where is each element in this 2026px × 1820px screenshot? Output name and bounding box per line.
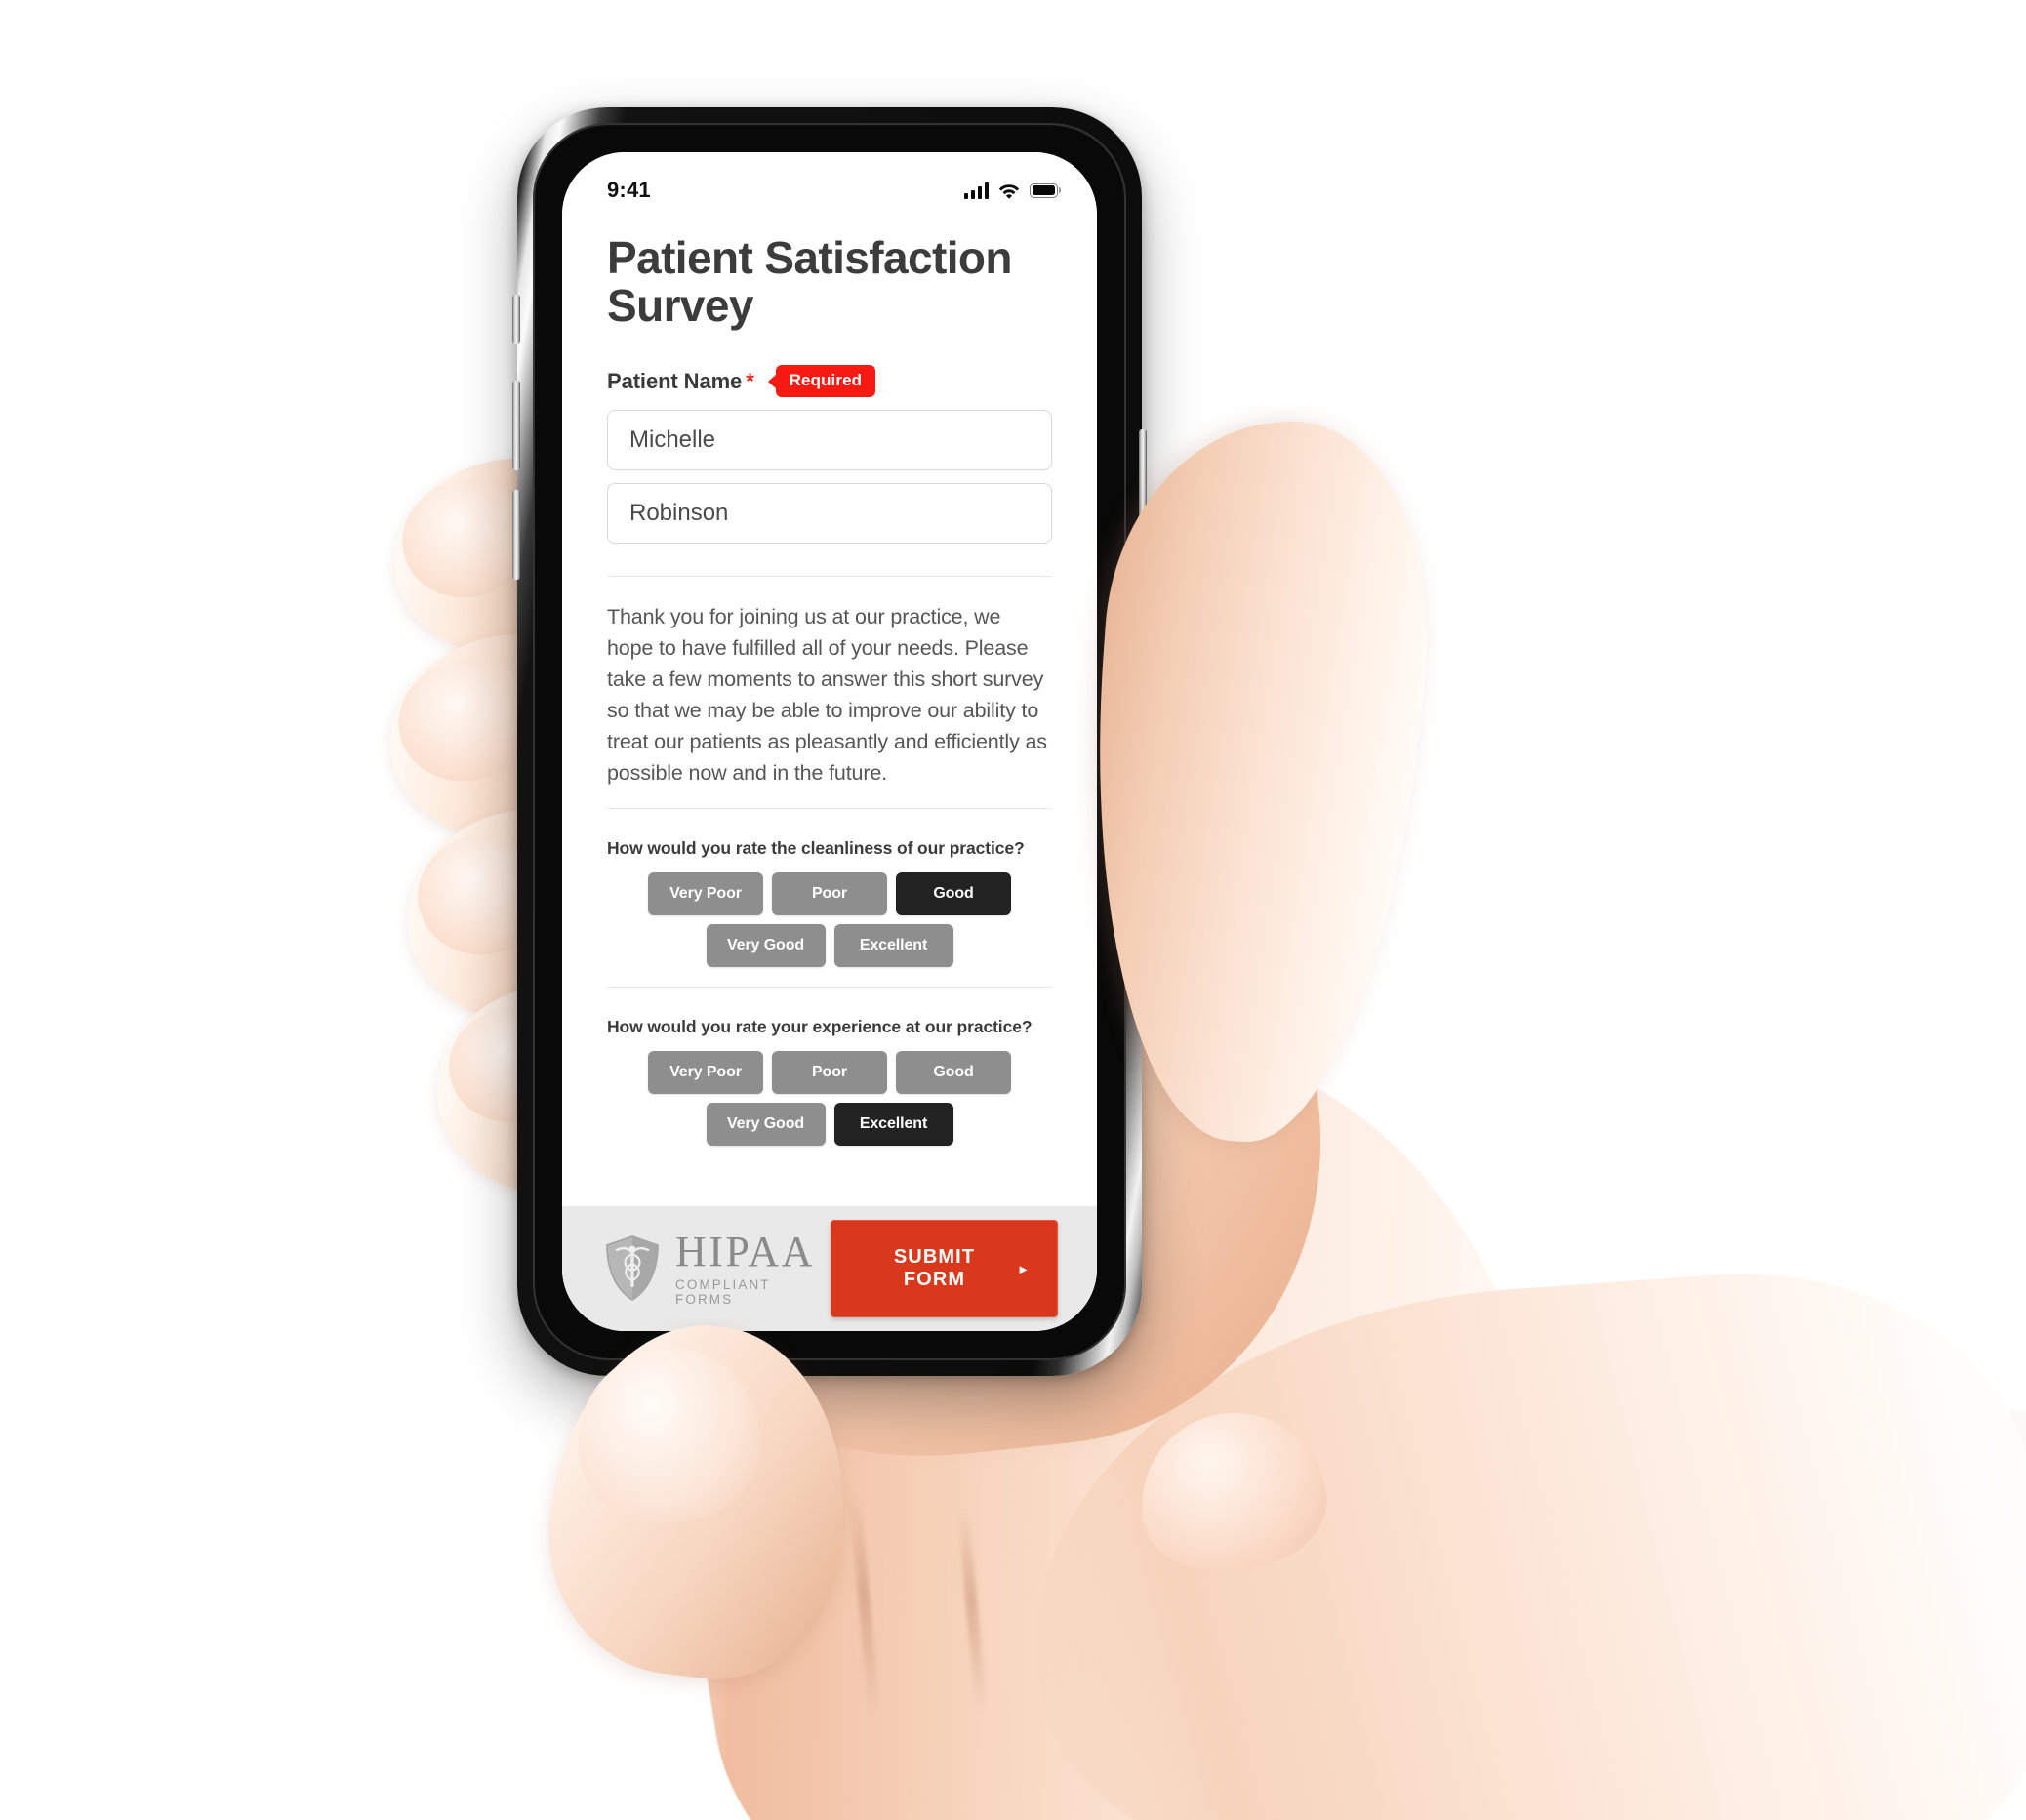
silent-switch-button[interactable] bbox=[512, 295, 520, 344]
volume-down-button[interactable] bbox=[512, 490, 520, 580]
cellular-signal-icon bbox=[963, 182, 989, 199]
phone-bezel: 9:41 Patient Satisfaction Survey Patient… bbox=[533, 123, 1126, 1360]
patient-name-label-row: Patient Name * Required bbox=[607, 365, 1052, 398]
hipaa-logo: HIPAA COMPLIANT FORMS bbox=[603, 1231, 831, 1307]
survey-app: Patient Satisfaction Survey Patient Name… bbox=[562, 213, 1097, 1331]
question-2-text: How would you rate your experience at ou… bbox=[607, 1017, 1033, 1037]
patient-name-label-text: Patient Name bbox=[607, 368, 743, 393]
hipaa-wordmark: HIPAA COMPLIANT FORMS bbox=[675, 1228, 831, 1308]
option-q2-very-poor[interactable]: Very Poor bbox=[648, 1051, 763, 1095]
question-block-2: How would you rate your experience at ou… bbox=[607, 1013, 1052, 1147]
battery-icon bbox=[1030, 182, 1058, 198]
hipaa-brand-sub: COMPLIANT FORMS bbox=[675, 1277, 771, 1307]
hipaa-shield-caduceus-icon bbox=[603, 1234, 662, 1303]
chevron-right-icon: ▸ bbox=[1019, 1261, 1028, 1276]
option-q2-excellent[interactable]: Excellent bbox=[833, 1103, 953, 1147]
status-bar: 9:41 bbox=[562, 152, 1097, 213]
forearm-secondary bbox=[1014, 1253, 2026, 1820]
question-2-options-row-2: Very Good Excellent bbox=[607, 1103, 1052, 1147]
survey-content: Patient Satisfaction Survey Patient Name… bbox=[562, 213, 1097, 1206]
knuckle-crease-2 bbox=[956, 1507, 988, 1714]
option-q1-poor[interactable]: Poor bbox=[772, 872, 887, 916]
question-1-text: How would you rate the cleanliness of ou… bbox=[607, 838, 1025, 859]
first-name-input[interactable] bbox=[607, 410, 1052, 471]
option-q1-good[interactable]: Good bbox=[896, 872, 1011, 916]
background-shadow bbox=[1361, 1410, 2026, 1820]
option-q2-good[interactable]: Good bbox=[896, 1051, 1011, 1095]
option-q2-poor[interactable]: Poor bbox=[772, 1051, 887, 1095]
submit-form-label: SUBMIT FORM bbox=[893, 1246, 976, 1290]
smartphone-device: 9:41 Patient Satisfaction Survey Patient… bbox=[512, 107, 1147, 1376]
divider-between-questions bbox=[607, 987, 1052, 989]
required-badge: Required bbox=[775, 365, 876, 398]
status-bar-icons bbox=[963, 182, 1058, 199]
submit-form-button[interactable]: SUBMIT FORM ▸ bbox=[831, 1220, 1058, 1317]
last-name-input[interactable] bbox=[607, 483, 1052, 545]
wifi-icon bbox=[998, 182, 1020, 199]
thumb-knuckle bbox=[1129, 1400, 1336, 1582]
patient-name-label: Patient Name * bbox=[607, 369, 754, 394]
phone-screen: 9:41 Patient Satisfaction Survey Patient… bbox=[562, 152, 1097, 1331]
question-1-options-row-1: Very Poor Poor Good bbox=[607, 872, 1052, 916]
knuckle-crease-1 bbox=[848, 1492, 881, 1719]
hipaa-brand-main: HIPAA bbox=[675, 1228, 815, 1275]
option-q1-very-poor[interactable]: Very Poor bbox=[648, 872, 763, 916]
question-1-options-row-2: Very Good Excellent bbox=[607, 924, 1052, 968]
question-block-1: How would you rate the cleanliness of ou… bbox=[607, 834, 1052, 968]
option-q1-very-good[interactable]: Very Good bbox=[706, 924, 826, 968]
option-q2-very-good[interactable]: Very Good bbox=[706, 1103, 826, 1147]
option-q1-excellent[interactable]: Excellent bbox=[833, 924, 953, 968]
intro-paragraph: Thank you for joining us at our practice… bbox=[607, 605, 1047, 785]
page-title: Patient Satisfaction Survey bbox=[607, 232, 1012, 332]
power-button[interactable] bbox=[1139, 429, 1147, 566]
question-2-options-row-1: Very Poor Poor Good bbox=[607, 1051, 1052, 1095]
volume-up-button[interactable] bbox=[512, 381, 520, 470]
status-bar-time: 9:41 bbox=[607, 178, 651, 202]
required-asterisk-icon: * bbox=[746, 368, 754, 393]
divider-after-intro bbox=[607, 808, 1052, 810]
divider-after-name bbox=[607, 576, 1052, 578]
form-footer: HIPAA COMPLIANT FORMS SUBMIT FORM ▸ bbox=[562, 1206, 1097, 1331]
screenshot-root: 9:41 Patient Satisfaction Survey Patient… bbox=[0, 0, 2026, 1820]
